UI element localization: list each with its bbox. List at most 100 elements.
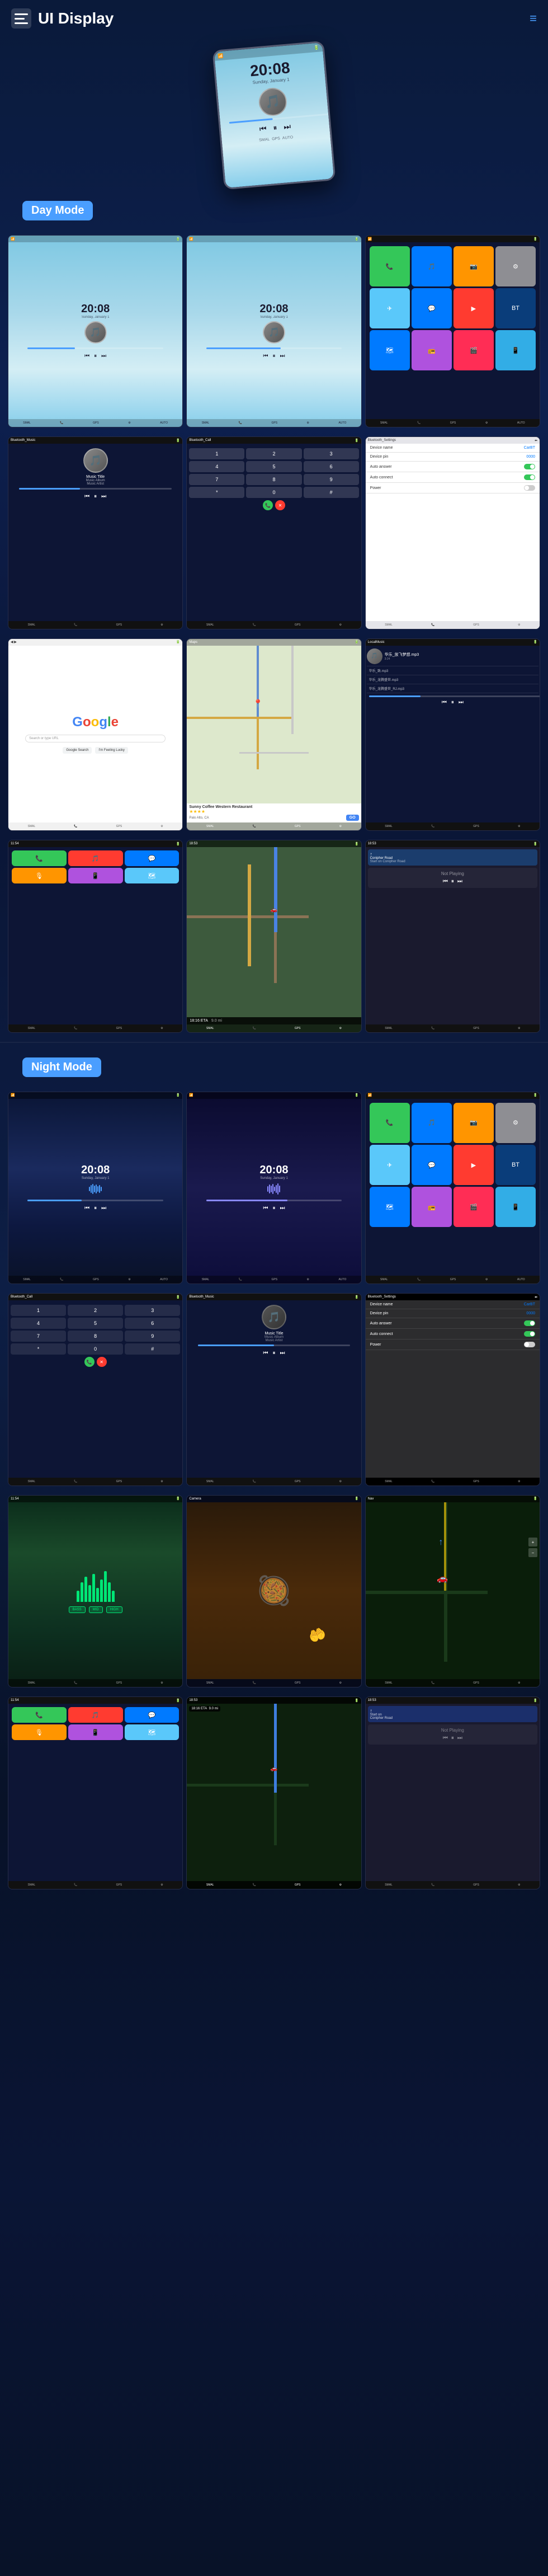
carplay-podcast[interactable]: 🎙 [12,868,67,883]
app-wechat[interactable]: 💬 [412,288,452,328]
night-auto-answer-toggle[interactable] [524,1320,535,1326]
night-screen-bt-call: Bluetooth_Call🔋 1 2 3 4 5 6 7 8 9 * 0 [8,1293,183,1486]
app-settings[interactable]: ⚙ [495,246,536,286]
night-app-youtube[interactable]: ▶ [453,1145,494,1185]
day-screen-carplay-music: 18:53🔋 ↑ Conipher Road Start on Conipher… [365,840,540,1032]
day-mode-label: Day Mode [22,201,93,220]
auto-connect-toggle[interactable] [524,474,535,480]
app-youtube[interactable]: ▶ [453,288,494,328]
night-screen-music-1: 📶🔋 20:08 Sunday, January 1 [8,1092,183,1284]
restaurant-stars: ★★★★ [189,809,358,814]
night-carplay-podcast[interactable]: 🎙 [12,1724,67,1740]
night-app-bt[interactable]: BT [495,1145,536,1185]
night-screen-carplay-np: 18:53🔋 ↑ Start on Conipher Road Not Play… [365,1696,540,1889]
day-screen-google: ◀ ▶🔋 Google Search or type URL Google Se… [8,638,183,831]
night-auto-answer[interactable]: Auto answer [366,1318,540,1329]
app-video[interactable]: 🎬 [453,330,494,370]
app-bt[interactable]: BT [495,288,536,328]
day-screen-apps: 📶🔋 📞 🎵 📷 ⚙ ✈ 💬 ▶ BT 🗺 📻 🎬 [365,235,540,427]
not-playing-label: Not Playing [371,871,534,876]
day-screen-bt-music: Bluetooth_Music🔋 🎵 Music Title Music Alb… [8,436,183,629]
night-mode-section: Night Mode [0,1047,548,1087]
night-app-nav[interactable]: 🗺 [370,1187,410,1227]
night-app-photos[interactable]: 📷 [453,1103,494,1143]
night-carplay-messages[interactable]: 💬 [125,1707,179,1723]
carplay-phone[interactable]: 📞 [12,850,67,866]
app-phone[interactable]: 📞 [370,246,410,286]
night-bt-call-header: Bluetooth_Call [11,1295,32,1299]
settings-power[interactable]: Power [366,483,540,493]
bottom-spacer [0,1894,548,1916]
night-auto-connect-toggle[interactable] [524,1331,535,1337]
night-auto-connect[interactable]: Auto connect [366,1329,540,1339]
day-screen-carplay-nav: 18:53🔋 🚗 18:16 ETA 9.0 mi SMAL� [186,840,361,1032]
app-other[interactable]: 📱 [495,330,536,370]
day-mode-grid-row3: ◀ ▶🔋 Google Search or type URL Google Se… [0,634,548,835]
menu-icon[interactable] [11,8,31,29]
bt-music-header: Bluetooth_Music [11,439,35,442]
day-time-2: 20:08 [259,303,288,316]
night-mode-grid-row1: 📶🔋 20:08 Sunday, January 1 [0,1087,548,1289]
hamburger-icon[interactable]: ≡ [530,11,537,26]
day-screen-map: Maps🔋 📍 Sunny Coffee Western Restaurant [186,638,361,831]
night-carplay-app[interactable]: 📱 [68,1724,123,1740]
settings-auto-connect[interactable]: Auto connect [366,472,540,483]
night-bt-music-title: Music Title [264,1332,283,1336]
carplay-maps[interactable]: 🗺 [125,868,179,883]
night-mode-grid-row2: Bluetooth_Call🔋 1 2 3 4 5 6 7 8 9 * 0 [0,1289,548,1490]
night-power[interactable]: Power [366,1339,540,1350]
night-power-toggle[interactable] [524,1342,535,1347]
day-screen-carplay-home: 11:54🔋 📞 🎵 💬 🎙 📱 🗺 SMAL📞GPS⚙ [8,840,183,1032]
night-app-other[interactable]: 📱 [495,1187,536,1227]
auto-answer-toggle[interactable] [524,464,535,469]
hero-device: 📶🔋 20:08 Sunday, January 1 🎵 ⏮ ⏸ ⏭ SMAL … [212,41,336,190]
night-mode-grid-row4: 11:54🔋 📞 🎵 💬 🎙 📱 🗺 SMAL📞GPS⚙ [0,1692,548,1893]
night-device-pin: Device pin0000 [366,1309,540,1318]
night-carplay-music[interactable]: 🎵 [68,1707,123,1723]
night-carplay-maps[interactable]: 🗺 [125,1724,179,1740]
app-telegram[interactable]: ✈ [370,288,410,328]
carplay-messages[interactable]: 💬 [125,850,179,866]
night-app-telegram[interactable]: ✈ [370,1145,410,1185]
day-screen-music-2: 📶🔋 20:08 Sunday, January 1 🎵 ⏮ ⏸ ⏭ SMAL📞… [186,235,361,427]
day-screen-bt-call: Bluetooth_Call🔋 1 2 3 4 5 6 7 8 9 * 0 [186,436,361,629]
day-mode-section: Day Mode [0,191,548,231]
night-bt-music-artist: Music Artist [266,1339,283,1342]
restaurant-address: Palo Alto, CA [189,816,209,820]
bt-music-artist: Music Artist [87,482,104,486]
day-screen-bt-settings: Bluetooth_Settings⬅ Device nameCarBT Dev… [365,436,540,629]
carplay-app[interactable]: 📱 [68,868,123,883]
settings-device-pin: Device pin0000 [366,453,540,462]
local-music-header: LocalMusic [368,641,385,644]
night-bt-music-header: Bluetooth_Music [189,1295,214,1299]
night-screen-equalizer: 11:54🔋 [8,1495,183,1687]
google-search-placeholder[interactable]: Search or type URL [29,737,59,740]
bt-call-header: Bluetooth_Call [189,439,211,442]
night-app-video[interactable]: 🎬 [453,1187,494,1227]
header: UI Display ≡ [0,0,548,34]
settings-device-name: Device nameCarBT [366,444,540,453]
night-screen-food: Camera🔋 🥘 🤲 SMAL📞GPS⚙ [186,1495,361,1687]
night-screen-settings: Bluetooth_Settings⬅ Device nameCarBT Dev… [365,1293,540,1486]
night-carplay-phone[interactable]: 📞 [12,1707,67,1723]
app-photos[interactable]: 📷 [453,246,494,286]
night-device-name: Device nameCarBT [366,1300,540,1309]
go-button[interactable]: GO [346,815,359,821]
night-screen-road-map: Nav🔋 ↑ 🚗 + − [365,1495,540,1687]
app-music[interactable]: 🎵 [412,246,452,286]
night-app-wechat[interactable]: 💬 [412,1145,452,1185]
night-not-playing: Not Playing [371,1728,534,1733]
night-app-radio[interactable]: 📻 [412,1187,452,1227]
restaurant-name: Sunny Coffee Western Restaurant [189,805,358,809]
app-radio[interactable]: 📻 [412,330,452,370]
hero-screen: 📶🔋 20:08 Sunday, January 1 🎵 ⏮ ⏸ ⏭ SMAL … [214,43,334,188]
night-app-phone[interactable]: 📞 [370,1103,410,1143]
app-nav[interactable]: 🗺 [370,330,410,370]
night-settings-header: Bluetooth_Settings [368,1295,396,1299]
day-screen-music-1: 📶🔋 20:08 Sunday, January 1 🎵 ⏮ ⏸ ⏭ SMAL📞… [8,235,183,427]
night-app-settings[interactable]: ⚙ [495,1103,536,1143]
carplay-music[interactable]: 🎵 [68,850,123,866]
night-app-music[interactable]: 🎵 [412,1103,452,1143]
settings-auto-answer[interactable]: Auto answer [366,462,540,472]
power-toggle[interactable] [524,485,535,491]
